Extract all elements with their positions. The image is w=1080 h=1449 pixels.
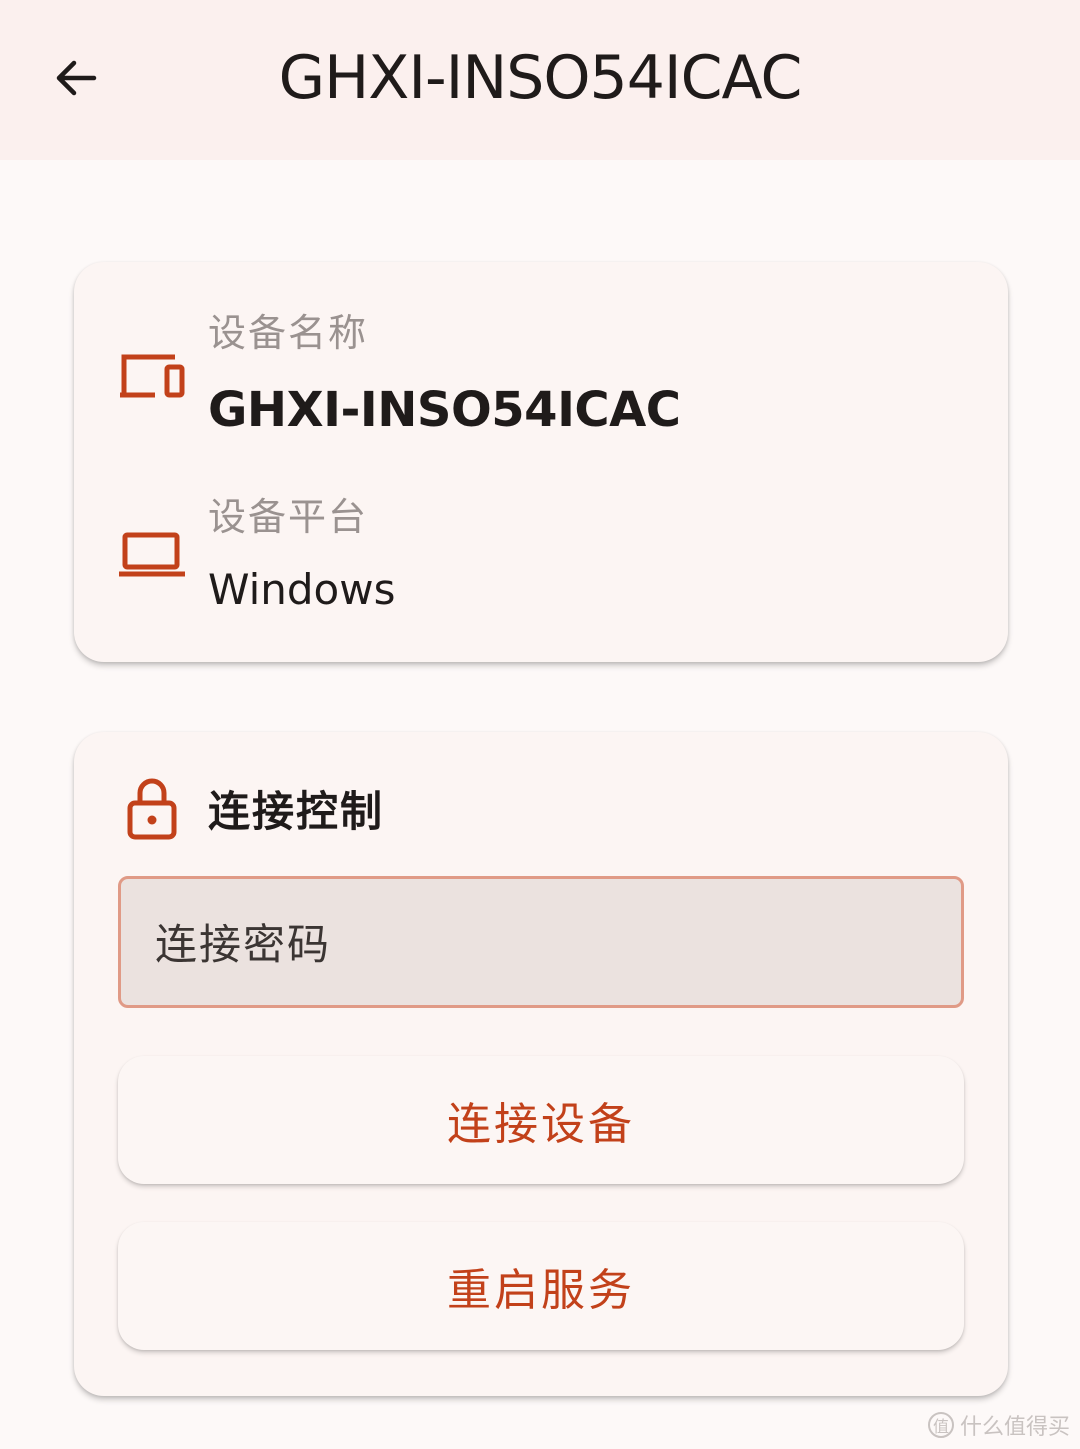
device-platform-label: 设备平台 (208, 495, 369, 539)
connection-control-title: 连接控制 (208, 787, 385, 836)
device-platform-value: Windows (208, 565, 396, 614)
watermark-logo-icon: 值 (927, 1412, 954, 1438)
device-name-label: 设备名称 (208, 311, 369, 355)
watermark: 值 什么值得买 (927, 1409, 1070, 1441)
connect-device-button[interactable]: 连接设备 (118, 1056, 964, 1184)
laptop-icon (114, 526, 190, 582)
password-field[interactable] (118, 876, 964, 1008)
restart-service-button[interactable]: 重启服务 (118, 1222, 964, 1350)
device-info-card: 设备名称 GHXI-INSO54ICAC 设备平台 Windows (74, 262, 1008, 662)
lock-icon (124, 776, 180, 842)
device-name-value: GHXI-INSO54ICAC (208, 382, 681, 438)
password-input[interactable] (155, 909, 915, 979)
page-title: GHXI-INSO54ICAC (278, 43, 803, 113)
connection-control-card: 连接控制 连接设备 重启服务 (74, 732, 1008, 1396)
watermark-text: 什么值得买 (959, 1415, 1070, 1440)
app-bar: GHXI-INSO54ICAC (0, 0, 1080, 160)
devices-icon (114, 346, 190, 406)
